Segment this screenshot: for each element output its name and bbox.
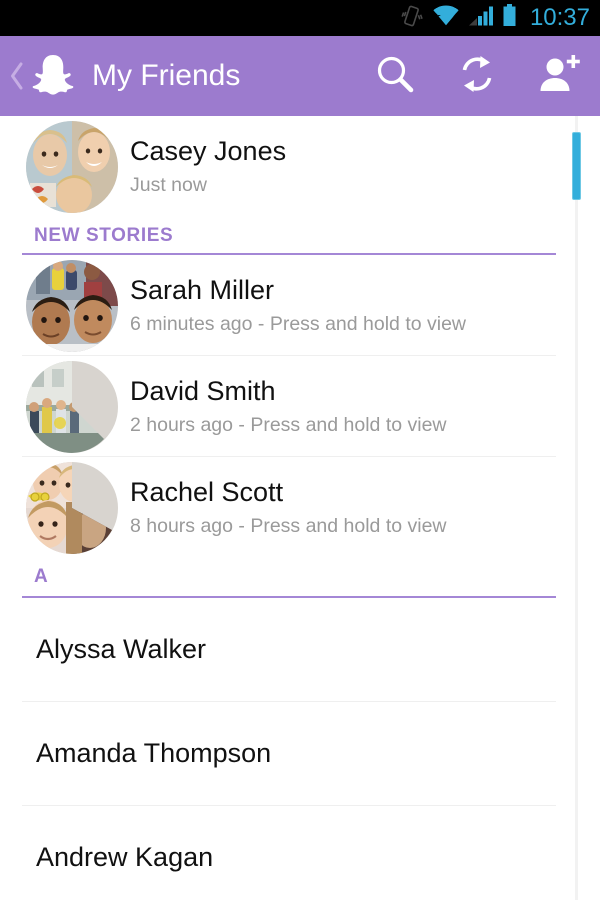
section-header-a: A: [0, 558, 600, 598]
back-button[interactable]: [6, 60, 28, 92]
list-item[interactable]: Alyssa Walker: [0, 598, 600, 702]
list-item-text: Rachel Scott 8 hours ago - Press and hol…: [130, 477, 447, 537]
cellular-signal-icon: [468, 5, 493, 32]
list-item[interactable]: David Smith 2 hours ago - Press and hold…: [0, 356, 600, 457]
scrollbar-thumb[interactable]: [572, 132, 581, 200]
page-title: My Friends: [92, 59, 241, 92]
snapchat-ghost-logo-icon: [30, 51, 76, 102]
wifi-icon: [432, 5, 460, 32]
battery-icon: [502, 4, 517, 32]
list-item-text: Casey Jones Just now: [130, 136, 286, 196]
search-button[interactable]: [354, 36, 436, 116]
avatar: [26, 120, 118, 213]
list-item[interactable]: Andrew Kagan: [0, 806, 600, 900]
app-bar-actions: [354, 36, 600, 116]
list-item-name: Amanda Thompson: [36, 738, 272, 769]
list-item-subtitle: 8 hours ago - Press and hold to view: [130, 514, 447, 537]
vibrate-icon: [401, 4, 423, 33]
list-item-name: Alyssa Walker: [36, 634, 207, 665]
add-friend-icon: [536, 53, 582, 100]
avatar: [26, 360, 118, 453]
list-item-text: David Smith 2 hours ago - Press and hold…: [130, 376, 447, 436]
list-item-name: Sarah Miller: [130, 275, 275, 306]
list-item[interactable]: Casey Jones Just now: [0, 116, 600, 217]
list-item-name: David Smith: [130, 376, 276, 407]
section-header-new-stories: NEW STORIES: [0, 217, 600, 255]
avatar: [26, 461, 118, 554]
avatar: [26, 259, 118, 352]
friends-list[interactable]: Casey Jones Just now NEW STORIES Sarah M…: [0, 116, 600, 900]
list-item[interactable]: Amanda Thompson: [0, 702, 600, 806]
search-icon: [374, 53, 416, 100]
refresh-icon: [456, 53, 498, 100]
list-item[interactable]: Rachel Scott 8 hours ago - Press and hol…: [0, 457, 600, 558]
list-item[interactable]: Sarah Miller 6 minutes ago - Press and h…: [0, 255, 600, 356]
list-item-subtitle: 6 minutes ago - Press and hold to view: [130, 312, 467, 335]
section-header-label: A: [34, 566, 49, 587]
list-item-name: Casey Jones: [130, 136, 287, 167]
list-item-subtitle: Just now: [130, 173, 207, 196]
refresh-button[interactable]: [436, 36, 518, 116]
list-item-subtitle: 2 hours ago - Press and hold to view: [130, 413, 447, 436]
list-item-name: Rachel Scott: [130, 477, 284, 508]
add-friend-button[interactable]: [518, 36, 600, 116]
app-bar: My Friends: [0, 36, 600, 116]
section-header-label: NEW STORIES: [34, 225, 174, 246]
list-item-text: Sarah Miller 6 minutes ago - Press and h…: [130, 275, 466, 335]
status-bar: 10:37: [0, 0, 600, 36]
list-item-name: Andrew Kagan: [36, 842, 214, 873]
status-bar-clock: 10:37: [529, 4, 590, 31]
scrollbar-track[interactable]: [575, 116, 578, 900]
